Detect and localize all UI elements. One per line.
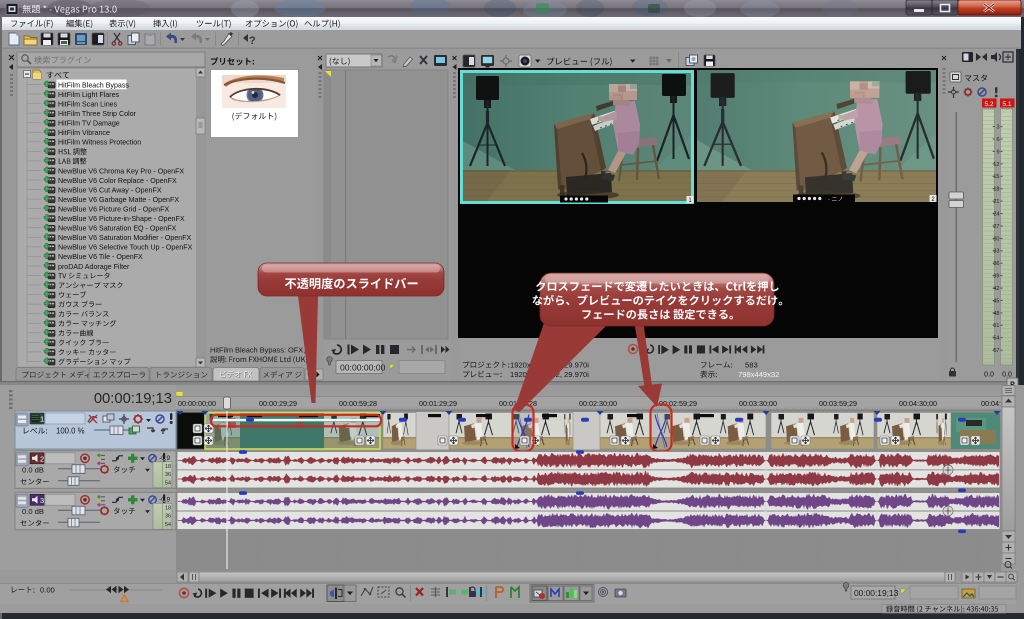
svg-text:24: 24	[993, 211, 999, 217]
svg-text:51: 51	[993, 323, 999, 329]
svg-text:HitFilm Three Strip Color: HitFilm Three Strip Color	[58, 110, 137, 118]
svg-text:48: 48	[993, 311, 999, 317]
svg-text:100.0 %: 100.0 %	[56, 427, 85, 436]
svg-text:00:03:30;00: 00:03:30;00	[739, 399, 777, 408]
svg-text:NewBlue V6 Picture Grid - Open: NewBlue V6 Picture Grid - OpenFX	[58, 205, 169, 213]
svg-text:NewBlue V6 Color Replace - Ope: NewBlue V6 Color Replace - OpenFX	[58, 177, 177, 185]
svg-text:NewBlue V6 Chroma Key Pro - Op: NewBlue V6 Chroma Key Pro - OpenFX	[58, 167, 184, 175]
svg-text:00:00:19;13: 00:00:19;13	[854, 588, 899, 598]
svg-text:21: 21	[993, 199, 999, 205]
svg-text:00:02:30;00: 00:02:30;00	[579, 399, 617, 408]
svg-text:0.0 dB: 0.0 dB	[22, 465, 44, 474]
svg-text:54: 54	[165, 522, 171, 528]
svg-text:NewBlue V6 Picture-in-Shape -: NewBlue V6 Picture-in-Shape - OpenFX	[58, 215, 185, 223]
svg-text:HitFilm Bleach Bypass: OFX, 3: HitFilm Bleach Bypass: OFX, 3	[210, 346, 311, 355]
svg-text:30: 30	[993, 236, 999, 242]
svg-text:HitFilm Vibrance: HitFilm Vibrance	[58, 129, 110, 137]
svg-text:00:03:59;29: 00:03:59;29	[819, 399, 857, 408]
svg-text:1: 1	[40, 415, 44, 424]
svg-text:NewBlue V6 Saturation EQ - Ope: NewBlue V6 Saturation EQ - OpenFX	[58, 225, 177, 233]
svg-text:18: 18	[165, 505, 171, 511]
svg-text:0.0: 0.0	[1002, 372, 1012, 379]
svg-text:54: 54	[993, 336, 999, 342]
svg-text:33: 33	[993, 249, 999, 255]
svg-text:18: 18	[993, 187, 999, 193]
svg-text:57: 57	[993, 348, 999, 354]
svg-text:HitFilm Bleach Bypass: HitFilm Bleach Bypass	[58, 81, 129, 89]
svg-text:3: 3	[40, 496, 44, 505]
svg-text:5.1: 5.1	[1002, 101, 1011, 108]
svg-text:-0.9: -0.9	[159, 496, 170, 503]
svg-text:HitFilm Witness Protection: HitFilm Witness Protection	[58, 139, 141, 147]
svg-text:12: 12	[993, 162, 999, 168]
svg-text:2: 2	[40, 454, 44, 463]
svg-text:583: 583	[745, 361, 758, 370]
svg-text:3: 3	[996, 125, 999, 131]
svg-text:00:04:30;00: 00:04:30;00	[899, 399, 937, 408]
svg-text:36: 36	[993, 261, 999, 267]
svg-text:798x449x32: 798x449x32	[738, 370, 779, 379]
svg-text:proDAD Adorage Filter: proDAD Adorage Filter	[58, 263, 130, 271]
svg-text:00:00:59;28: 00:00:59;28	[339, 399, 377, 408]
svg-text:HitFilm Scan Lines: HitFilm Scan Lines	[58, 100, 118, 108]
svg-text:NewBlue V6 Tile - OpenFX: NewBlue V6 Tile - OpenFX	[58, 253, 143, 261]
svg-text:0.0: 0.0	[984, 372, 994, 379]
svg-text:36: 36	[165, 514, 171, 520]
svg-text:0.0 dB: 0.0 dB	[22, 507, 44, 516]
svg-text:NewBlue V6 Selective Touch Up: NewBlue V6 Selective Touch Up - OpenFX	[58, 244, 193, 252]
svg-text:6: 6	[996, 137, 999, 143]
svg-text:0.00: 0.00	[40, 586, 55, 595]
svg-text:15: 15	[993, 174, 999, 180]
svg-text:54: 54	[165, 481, 171, 487]
svg-text:00:00:29;29: 00:00:29;29	[259, 399, 297, 408]
svg-text:5.2: 5.2	[984, 101, 993, 108]
svg-text:-0.9: -0.9	[159, 455, 170, 462]
svg-text:NewBlue V6 Garbage Matte - Ope: NewBlue V6 Garbage Matte - OpenFX	[58, 196, 179, 204]
svg-text:00:00:00;00: 00:00:00;00	[178, 399, 216, 408]
svg-text:NewBlue V6 Saturation Modifier: NewBlue V6 Saturation Modifier - OpenFX	[58, 234, 192, 242]
svg-text:NewBlue V6 Cut Away - OpenFX: NewBlue V6 Cut Away - OpenFX	[58, 186, 162, 194]
svg-text:HitFilm TV Damage: HitFilm TV Damage	[58, 120, 120, 128]
svg-text:HitFilm Light Flares: HitFilm Light Flares	[58, 91, 120, 99]
svg-text:00:00:00;00: 00:00:00;00	[340, 363, 386, 373]
svg-text:00:00:19;13: 00:00:19;13	[94, 391, 172, 407]
svg-text:9: 9	[996, 149, 999, 155]
svg-text:45: 45	[993, 298, 999, 304]
svg-text:27: 27	[993, 224, 999, 230]
svg-text:36: 36	[165, 472, 171, 478]
svg-text:39: 39	[993, 274, 999, 280]
svg-text:18: 18	[165, 464, 171, 470]
svg-text:00:01:29;29: 00:01:29;29	[419, 399, 457, 408]
svg-text:?: ?	[249, 35, 256, 47]
svg-text:42: 42	[993, 286, 999, 292]
